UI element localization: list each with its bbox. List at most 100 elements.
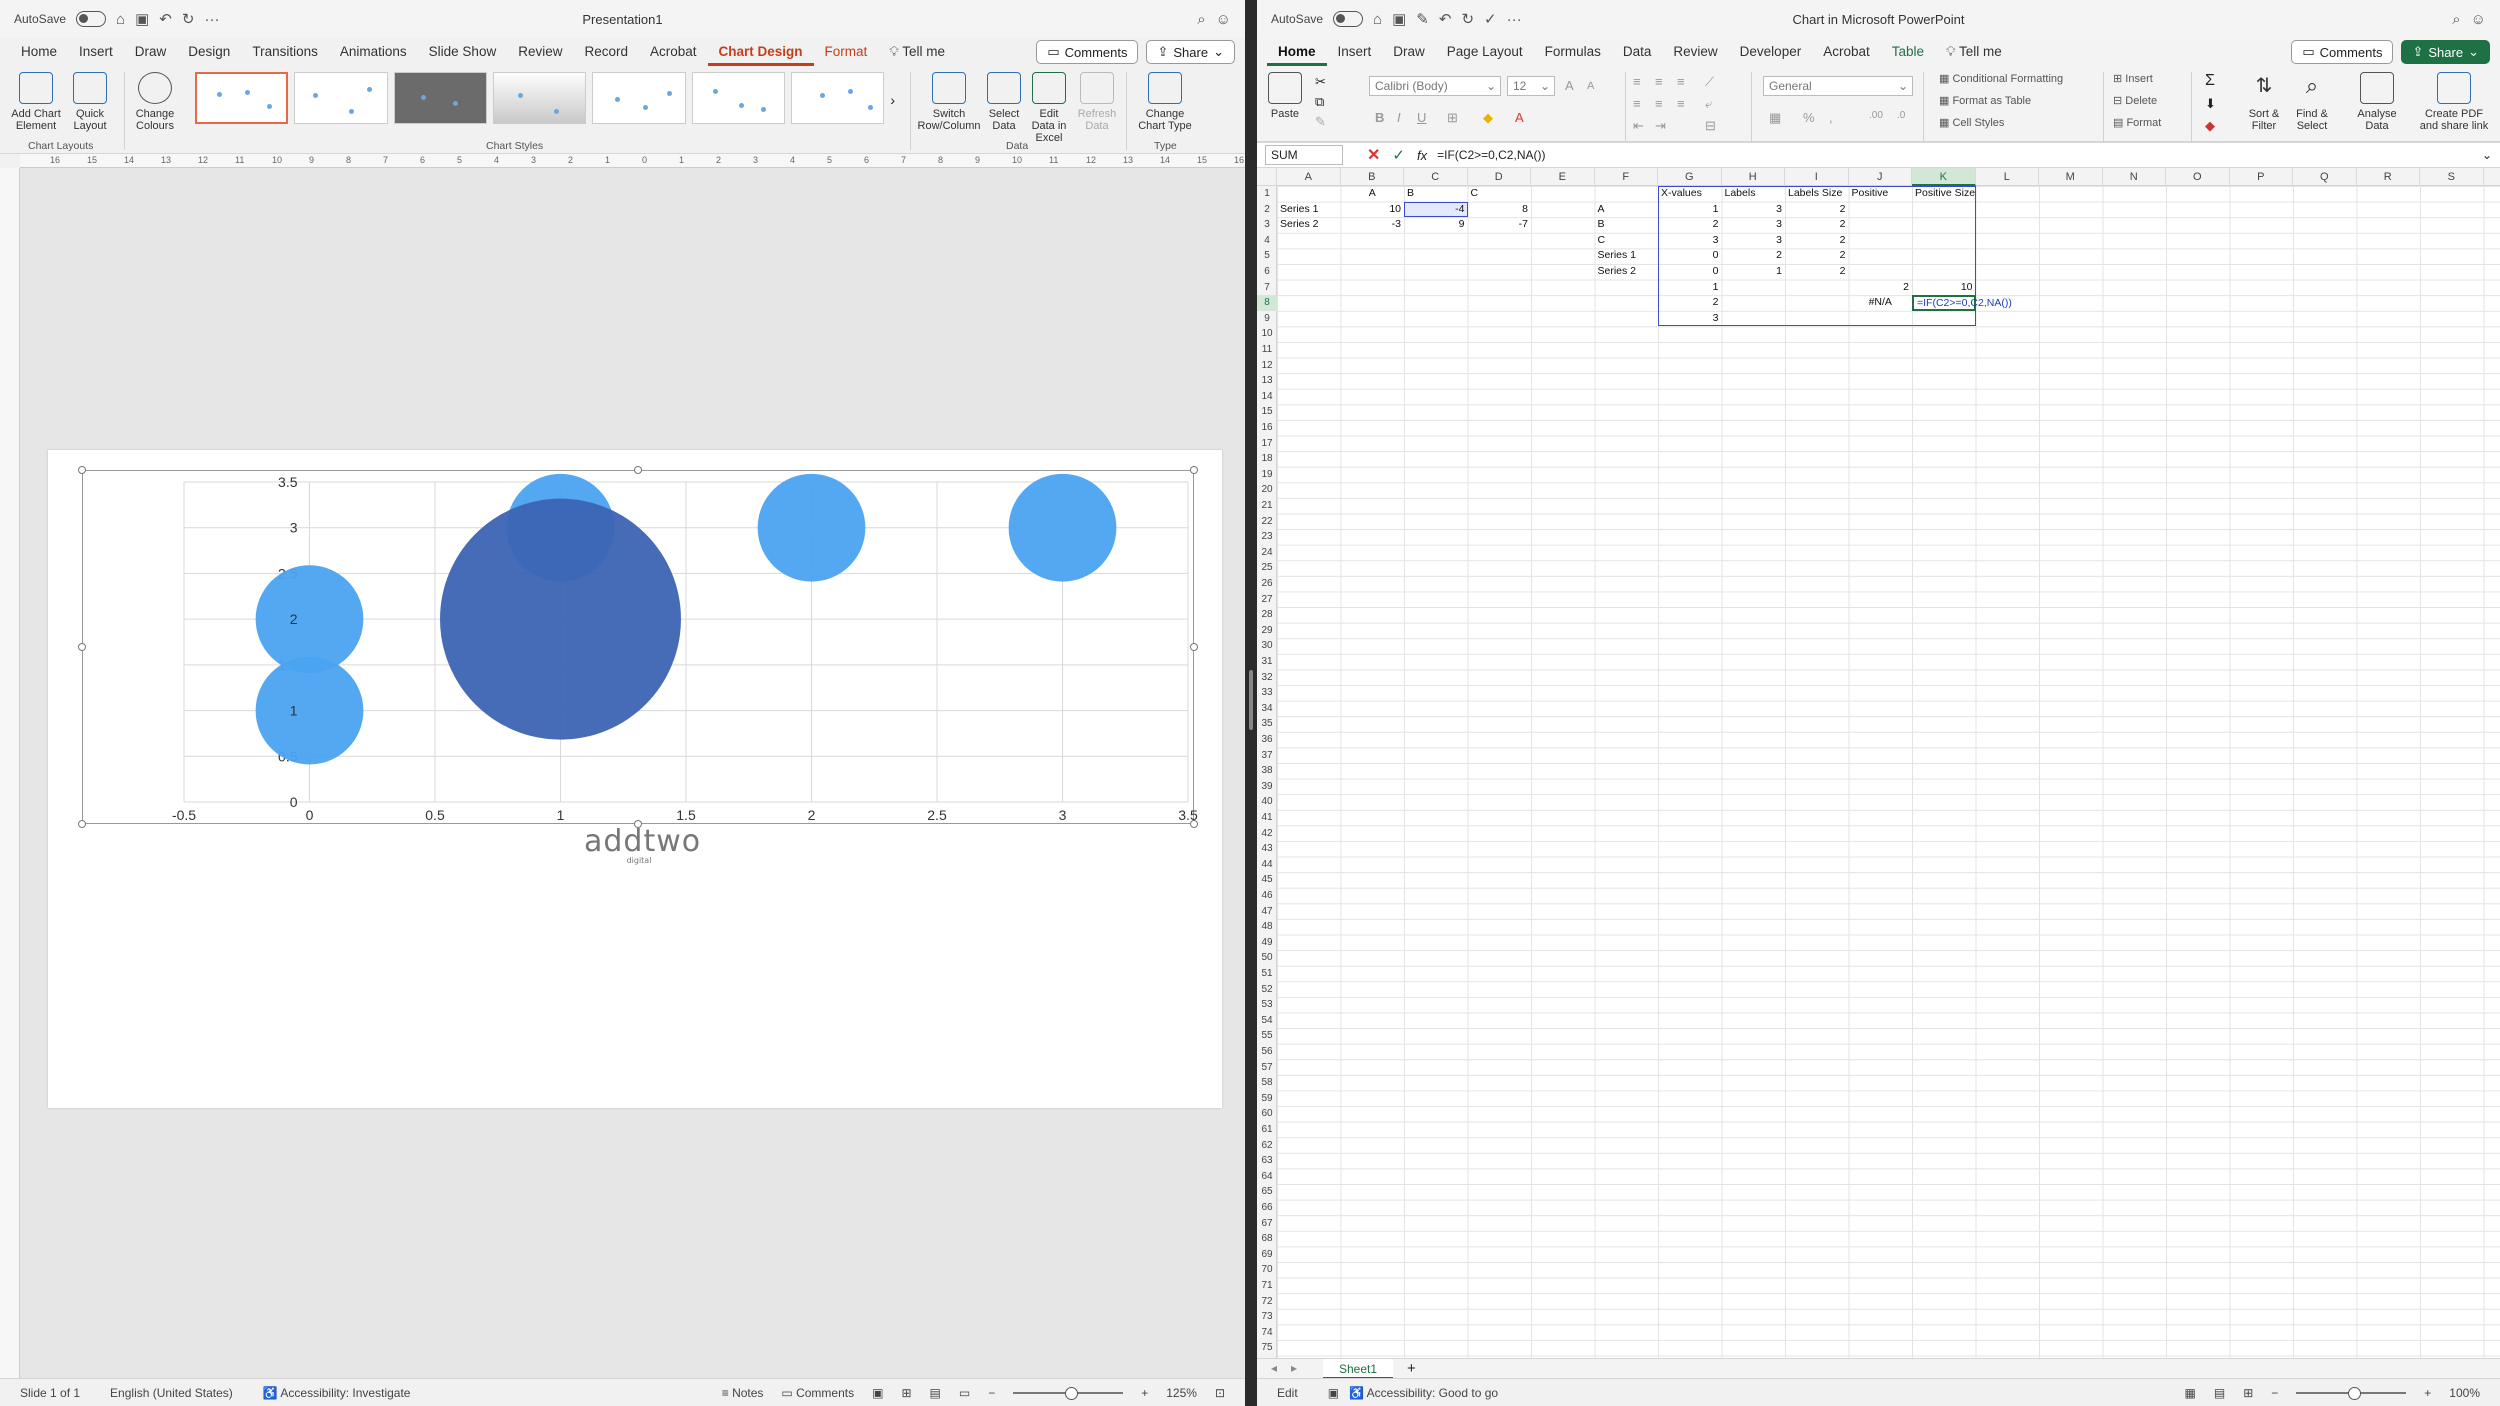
page-layout-icon[interactable]: ▤ — [2214, 1386, 2225, 1400]
column-header-h[interactable]: H — [1722, 168, 1785, 186]
select-data-button[interactable]: Select Data — [984, 72, 1024, 132]
cell[interactable]: Series 2 — [1595, 264, 1659, 280]
cell[interactable]: 9 — [1404, 217, 1468, 233]
undo-icon[interactable]: ↶ — [1439, 10, 1452, 28]
row-header[interactable]: 29 — [1257, 623, 1277, 639]
tab-acrobat[interactable]: Acrobat — [1812, 38, 1881, 66]
wrap-text-icon[interactable]: ⤶ — [1705, 96, 1712, 112]
split-view-divider[interactable] — [1245, 0, 1257, 1406]
align-right-icon[interactable]: ≡ — [1677, 96, 1685, 111]
tab-review[interactable]: Review — [507, 38, 573, 66]
zoom-out-icon[interactable]: − — [988, 1386, 995, 1400]
cell[interactable]: 2 — [1785, 217, 1849, 233]
share-button[interactable]: ⇪ Share ⌄ — [1146, 40, 1235, 64]
row-header[interactable]: 39 — [1257, 779, 1277, 795]
row-header[interactable]: 71 — [1257, 1278, 1277, 1294]
cell[interactable]: A — [1595, 202, 1659, 218]
cell[interactable]: #N/A — [1849, 295, 1913, 311]
cell[interactable]: 0 — [1658, 248, 1722, 264]
row-header[interactable]: 42 — [1257, 826, 1277, 842]
row-header[interactable]: 16 — [1257, 420, 1277, 436]
cell[interactable]: 2 — [1785, 233, 1849, 249]
tab-home[interactable]: Home — [1267, 38, 1327, 66]
column-header-i[interactable]: I — [1785, 168, 1849, 186]
formula-input[interactable]: =IF(C2>=0,C2,NA()) — [1437, 148, 1545, 162]
cell[interactable]: Series 1 — [1595, 248, 1659, 264]
row-header[interactable]: 31 — [1257, 654, 1277, 670]
row-header[interactable]: 56 — [1257, 1044, 1277, 1060]
row-header[interactable]: 25 — [1257, 560, 1277, 576]
row-header[interactable]: 75 — [1257, 1340, 1277, 1356]
more-icon[interactable]: ··· — [1507, 11, 1522, 28]
column-header-m[interactable]: M — [2039, 168, 2103, 186]
autosave-toggle[interactable] — [1333, 11, 1364, 27]
chart-style-7[interactable] — [791, 72, 885, 124]
borders-icon[interactable]: ⊞ — [1447, 110, 1458, 126]
row-header[interactable]: 58 — [1257, 1075, 1277, 1091]
more-icon[interactable]: ··· — [204, 11, 219, 28]
row-header[interactable]: 2 — [1257, 202, 1277, 218]
cell[interactable]: A — [1341, 186, 1405, 202]
tab-insert[interactable]: Insert — [1327, 38, 1383, 66]
row-header[interactable]: 73 — [1257, 1309, 1277, 1325]
column-header-e[interactable]: E — [1531, 168, 1595, 186]
bold-icon[interactable]: B — [1375, 110, 1384, 125]
percent-icon[interactable]: % — [1803, 110, 1815, 125]
tab-design[interactable]: Design — [177, 38, 241, 66]
tab-draw[interactable]: Draw — [1382, 38, 1436, 66]
change-chart-type-button[interactable]: Change Chart Type — [1134, 72, 1196, 132]
column-header-k[interactable]: K — [1912, 168, 1976, 186]
row-header[interactable]: 36 — [1257, 732, 1277, 748]
align-middle-icon[interactable]: ≡ — [1655, 74, 1663, 89]
zoom-in-icon[interactable]: + — [1141, 1386, 1148, 1400]
row-header[interactable]: 32 — [1257, 670, 1277, 686]
cell[interactable]: 2 — [1785, 202, 1849, 218]
column-header-b[interactable]: B — [1341, 168, 1404, 186]
row-header[interactable]: 19 — [1257, 467, 1277, 483]
autosum-icon[interactable]: Σ — [2205, 72, 2215, 90]
zoom-level[interactable]: 100% — [2449, 1386, 2480, 1400]
column-header-s[interactable]: S — [2420, 168, 2484, 186]
cell[interactable]: C — [1468, 186, 1532, 202]
slide-sorter-icon[interactable]: ⊞ — [901, 1386, 911, 1400]
decrease-decimal-icon[interactable]: .0 — [1897, 110, 1905, 121]
tell-me[interactable]: 💡︎ Tell me — [1935, 38, 2013, 66]
row-header[interactable]: 35 — [1257, 716, 1277, 732]
cell[interactable]: -7 — [1468, 217, 1532, 233]
tab-home[interactable]: Home — [10, 38, 68, 66]
comments-button[interactable]: ▭ Comments — [1036, 40, 1139, 64]
column-header-l[interactable]: L — [1976, 168, 2039, 186]
row-header[interactable]: 55 — [1257, 1028, 1277, 1044]
fill-icon[interactable]: ⬇ — [2205, 96, 2216, 112]
cell[interactable]: 3 — [1722, 233, 1786, 249]
row-header[interactable]: 20 — [1257, 482, 1277, 498]
add-sheet-icon[interactable]: + — [1407, 1360, 1416, 1377]
row-header[interactable]: 17 — [1257, 436, 1277, 452]
row-header[interactable]: 1 — [1257, 186, 1277, 202]
underline-icon[interactable]: U — [1417, 110, 1426, 125]
row-header[interactable]: 67 — [1257, 1216, 1277, 1232]
row-header[interactable]: 23 — [1257, 529, 1277, 545]
home-icon[interactable]: ⌂ — [1373, 11, 1382, 28]
normal-view-icon[interactable]: ▦ — [2185, 1386, 2196, 1400]
cell[interactable]: Labels Size — [1785, 186, 1849, 202]
tab-record[interactable]: Record — [573, 38, 639, 66]
accounting-icon[interactable]: ▦ — [1769, 110, 1781, 126]
tab-draw[interactable]: Draw — [124, 38, 178, 66]
accessibility-status[interactable]: ♿ Accessibility: Good to go — [1349, 1386, 1498, 1400]
row-header[interactable]: 52 — [1257, 982, 1277, 998]
delete-cells-button[interactable]: ⊟ Delete — [2113, 94, 2157, 107]
column-header-n[interactable]: N — [2103, 168, 2166, 186]
zoom-level[interactable]: 125% — [1166, 1386, 1197, 1400]
bubble-s2-p1[interactable] — [440, 498, 681, 740]
save-icon[interactable]: ▣ — [135, 10, 149, 28]
column-header-p[interactable]: P — [2230, 168, 2293, 186]
row-header[interactable]: 27 — [1257, 592, 1277, 608]
tab-animations[interactable]: Animations — [329, 38, 418, 66]
row-header[interactable]: 34 — [1257, 701, 1277, 717]
chart-style-5[interactable] — [592, 72, 686, 124]
reading-view-icon[interactable]: ▤ — [930, 1386, 941, 1400]
share-button[interactable]: ⇪ Share ⌄ — [2401, 40, 2490, 64]
zoom-slider[interactable] — [1013, 1386, 1124, 1400]
cell[interactable]: 3 — [1722, 202, 1786, 218]
